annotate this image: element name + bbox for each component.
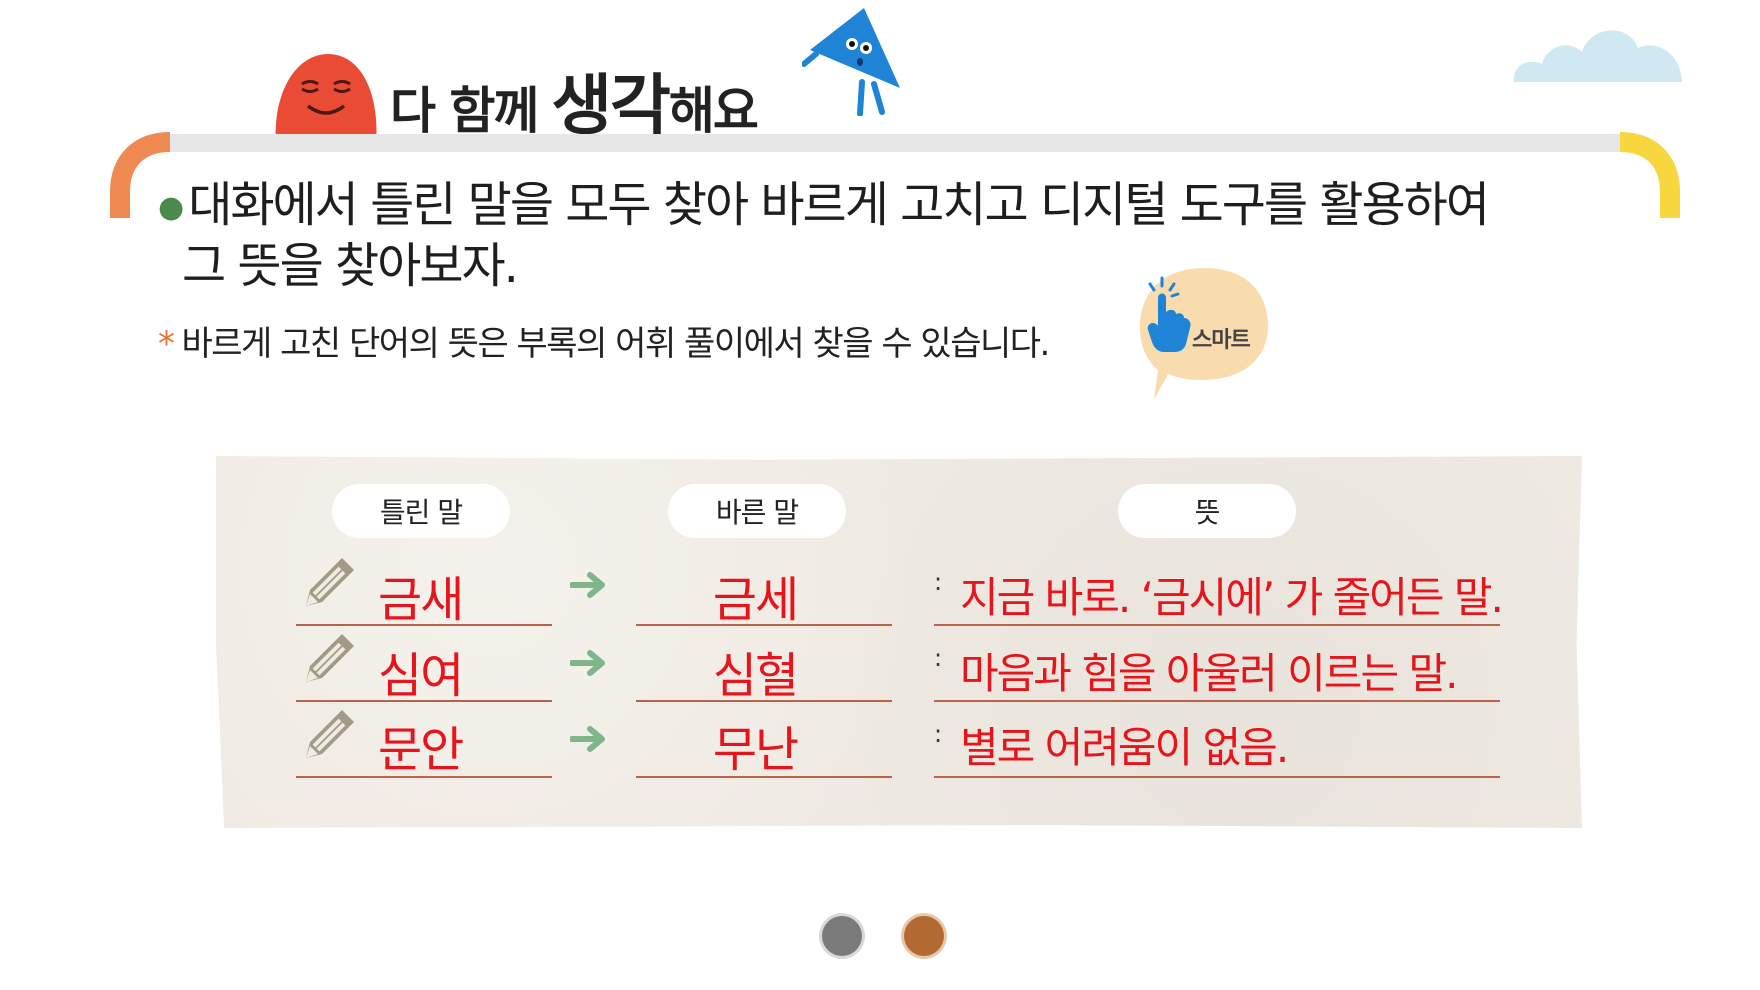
note-body: 바르게 고친 단어의 뜻은 부록의 어휘 풀이에서 찾을 수 있습니다. bbox=[181, 324, 1051, 364]
wrong-word: 금새 bbox=[378, 572, 464, 628]
underline bbox=[934, 624, 1500, 626]
instruction-line-1: ● 대화에서 틀린 말을 모두 찾아 바르게 고치고 디지털 도구를 활용하여 bbox=[158, 176, 1498, 237]
arrow-right-icon bbox=[570, 650, 605, 676]
page-title: 다 함께 생각 해요 bbox=[390, 52, 759, 144]
header-right-word: 바른 말 bbox=[668, 484, 846, 538]
bullet-icon: ● bbox=[158, 190, 184, 225]
wrong-word: 심여 bbox=[378, 648, 464, 704]
arrow-right-icon bbox=[570, 726, 605, 752]
note-asterisk: * bbox=[158, 324, 175, 364]
right-word: 심혈 bbox=[712, 648, 799, 704]
colon: : bbox=[934, 568, 943, 596]
underline bbox=[296, 776, 552, 778]
page-dot-2-active[interactable] bbox=[904, 916, 944, 956]
header-meaning: 뜻 bbox=[1118, 484, 1296, 538]
underline bbox=[934, 776, 1500, 778]
pencil-icon bbox=[306, 710, 354, 758]
right-word: 금세 bbox=[712, 572, 799, 628]
note-text: * 바르게 고친 단어의 뜻은 부록의 어휘 풀이에서 찾을 수 있습니다. bbox=[158, 316, 1051, 365]
pencil-icon bbox=[306, 634, 354, 682]
blue-triangle-character-icon bbox=[802, 8, 900, 116]
wrong-word: 문안 bbox=[378, 722, 464, 778]
right-word: 무난 bbox=[712, 722, 799, 778]
red-character-icon bbox=[275, 54, 377, 146]
instruction-line-1-text: 대화에서 틀린 말을 모두 찾아 바르게 고치고 디지털 도구를 활용하여 bbox=[188, 177, 1490, 233]
underline bbox=[636, 700, 892, 702]
cloud-icon bbox=[1513, 30, 1682, 82]
meaning-text: 지금 바로. ‘금시에’ 가 줄어든 말. bbox=[960, 573, 1504, 622]
colon: : bbox=[934, 720, 943, 748]
instruction-line-2: 그 뜻을 찾아보자. bbox=[182, 238, 519, 294]
pencil-icon bbox=[306, 558, 354, 606]
page-dot-1[interactable] bbox=[822, 916, 862, 956]
underline bbox=[934, 700, 1500, 702]
header-wrong-word: 틀린 말 bbox=[332, 484, 510, 538]
meaning-text: 별로 어려움이 없음. bbox=[960, 723, 1289, 772]
instruction-text: ● 대화에서 틀린 말을 모두 찾아 바르게 고치고 디지털 도구를 활용하여 그… bbox=[158, 176, 1498, 295]
arrow-right-icon bbox=[570, 572, 605, 598]
smart-button-label[interactable]: 스마트 bbox=[1192, 322, 1251, 354]
underline bbox=[636, 776, 892, 778]
underline bbox=[636, 624, 892, 626]
colon: : bbox=[934, 644, 943, 672]
meaning-text: 마음과 힘을 아울러 이르는 말. bbox=[960, 649, 1458, 698]
